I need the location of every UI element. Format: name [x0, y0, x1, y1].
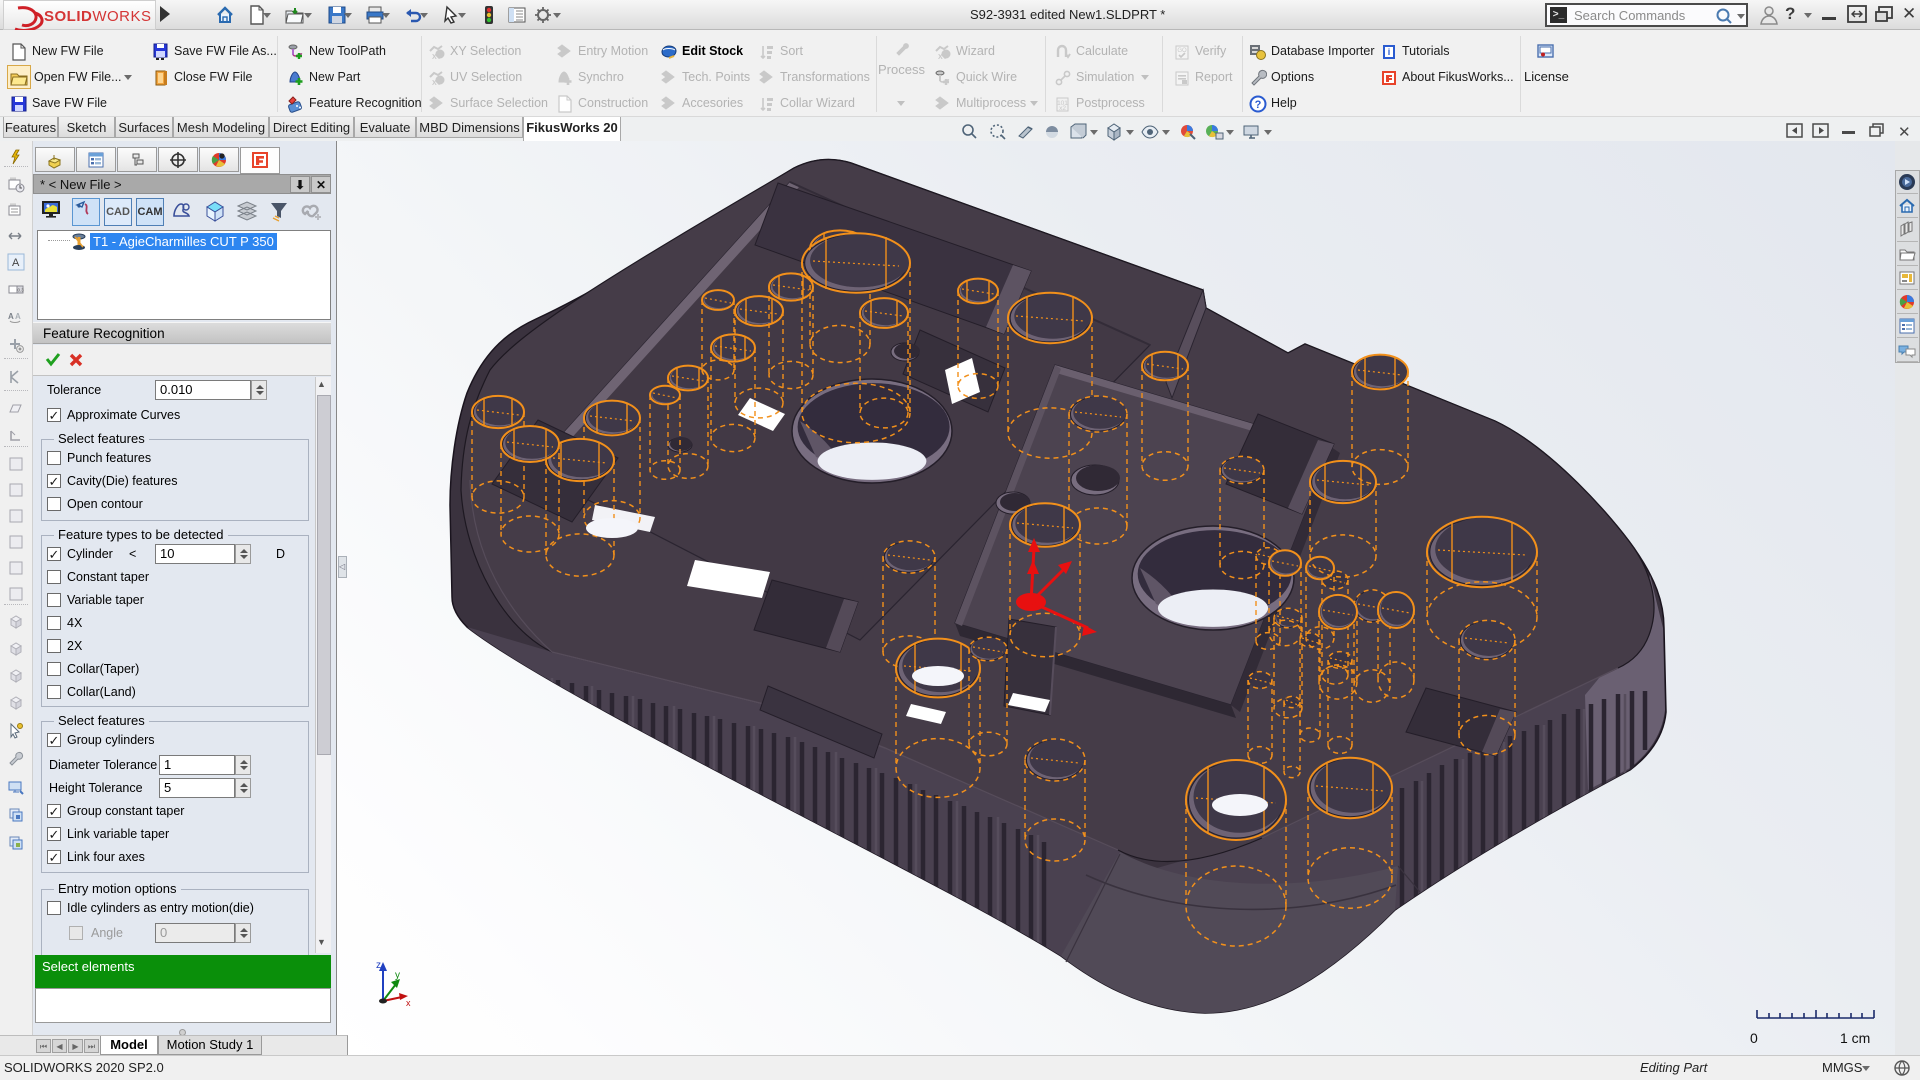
svg-text:A: A [15, 312, 21, 321]
svg-text:z: z [376, 960, 381, 971]
svg-text:0: 0 [1750, 1030, 1758, 1046]
svg-text:XY: XY [432, 80, 442, 87]
svg-text:xxx: xxx [10, 176, 16, 181]
svg-text:y: y [395, 970, 400, 981]
svg-text:XY: XY [938, 54, 948, 61]
svg-text:1 cm: 1 cm [1840, 1030, 1870, 1046]
svg-text:xxx: xxx [10, 202, 16, 207]
svg-text:?: ? [1255, 99, 1262, 111]
svg-text:A: A [8, 312, 14, 321]
svg-text:0.3: 0.3 [18, 288, 25, 293]
svg-text:i: i [1388, 47, 1391, 57]
svg-text:XY: XY [432, 54, 442, 61]
svg-text:GO: GO [1177, 48, 1187, 54]
svg-text:A: A [12, 257, 20, 269]
svg-text:x: x [406, 998, 411, 1008]
svg-text:x2: x2 [1059, 105, 1066, 112]
